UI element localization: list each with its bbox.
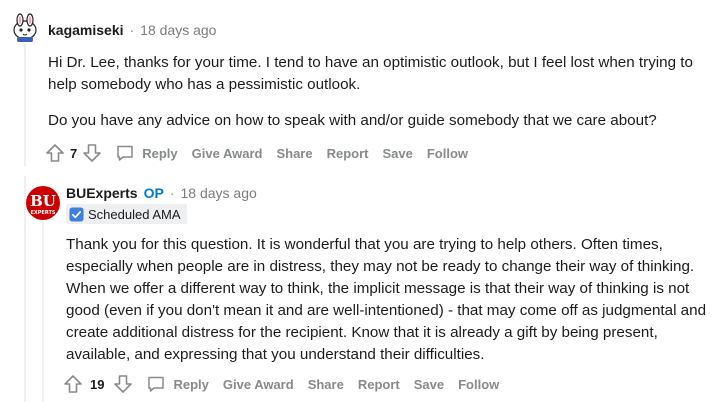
user-flair: Scheduled AMA — [66, 204, 187, 224]
snoo-avatar-icon[interactable] — [8, 10, 42, 44]
upvote-icon[interactable] — [44, 142, 66, 164]
comment-body: Hi Dr. Lee, thanks for your time. I tend… — [48, 52, 716, 132]
timestamp[interactable]: 18 days ago — [181, 185, 257, 201]
comment-thread: kagamiseki · 18 days ago Hi Dr. Lee, tha… — [0, 0, 720, 402]
reply-label: Reply — [173, 376, 209, 392]
comment-actions: 19 Reply Give Award Share Report Save Fo… — [62, 373, 513, 395]
separator-dot: · — [129, 22, 135, 38]
save-button[interactable]: Save — [382, 146, 412, 161]
downvote-icon[interactable] — [112, 373, 134, 395]
upvote-icon[interactable] — [62, 373, 84, 395]
comment-paragraph: Thank you for this question. It is wonde… — [66, 236, 707, 363]
reply-button[interactable]: Reply — [115, 143, 178, 163]
comment-bubble-icon — [117, 145, 133, 161]
reply-label: Reply — [142, 145, 178, 161]
timestamp[interactable]: 18 days ago — [140, 22, 216, 38]
save-button[interactable]: Save — [414, 377, 444, 392]
give-award-button[interactable]: Give Award — [192, 146, 263, 161]
comment-body: Thank you for this question. It is wonde… — [66, 234, 714, 366]
flair-label: Scheduled AMA — [88, 206, 181, 222]
comment-paragraph: Do you have any advice on how to speak w… — [48, 112, 657, 129]
separator-dot: · — [169, 185, 175, 201]
avatar-subtext: EXPERTS — [31, 210, 56, 216]
op-badge: OP — [143, 185, 164, 201]
vote-count: 19 — [90, 376, 105, 392]
avatar-text: BU — [30, 192, 56, 210]
vote-count: 7 — [70, 145, 78, 161]
share-button[interactable]: Share — [276, 146, 312, 161]
give-award-button[interactable]: Give Award — [223, 377, 294, 392]
thread-line[interactable] — [42, 222, 44, 402]
report-button[interactable]: Report — [358, 377, 400, 392]
follow-button[interactable]: Follow — [427, 146, 468, 161]
bu-experts-avatar[interactable]: BU EXPERTS — [26, 186, 60, 220]
comment-paragraph: Hi Dr. Lee, thanks for your time. I tend… — [48, 54, 693, 93]
comment-actions: 7 Reply Give Award Share Report Save Fol… — [44, 142, 482, 164]
comment-meta: BUExperts OP · 18 days ago — [66, 185, 257, 201]
username[interactable]: BUExperts — [66, 185, 138, 201]
report-button[interactable]: Report — [327, 146, 369, 161]
verified-check-icon — [69, 206, 84, 222]
downvote-icon[interactable] — [81, 142, 103, 164]
username[interactable]: kagamiseki — [48, 22, 124, 38]
follow-button[interactable]: Follow — [458, 377, 499, 392]
comment-bubble-icon — [148, 376, 165, 392]
reply-button[interactable]: Reply — [146, 374, 209, 394]
share-button[interactable]: Share — [308, 377, 344, 392]
thread-line[interactable] — [24, 44, 26, 166]
comment-meta: kagamiseki · 18 days ago — [48, 22, 216, 38]
